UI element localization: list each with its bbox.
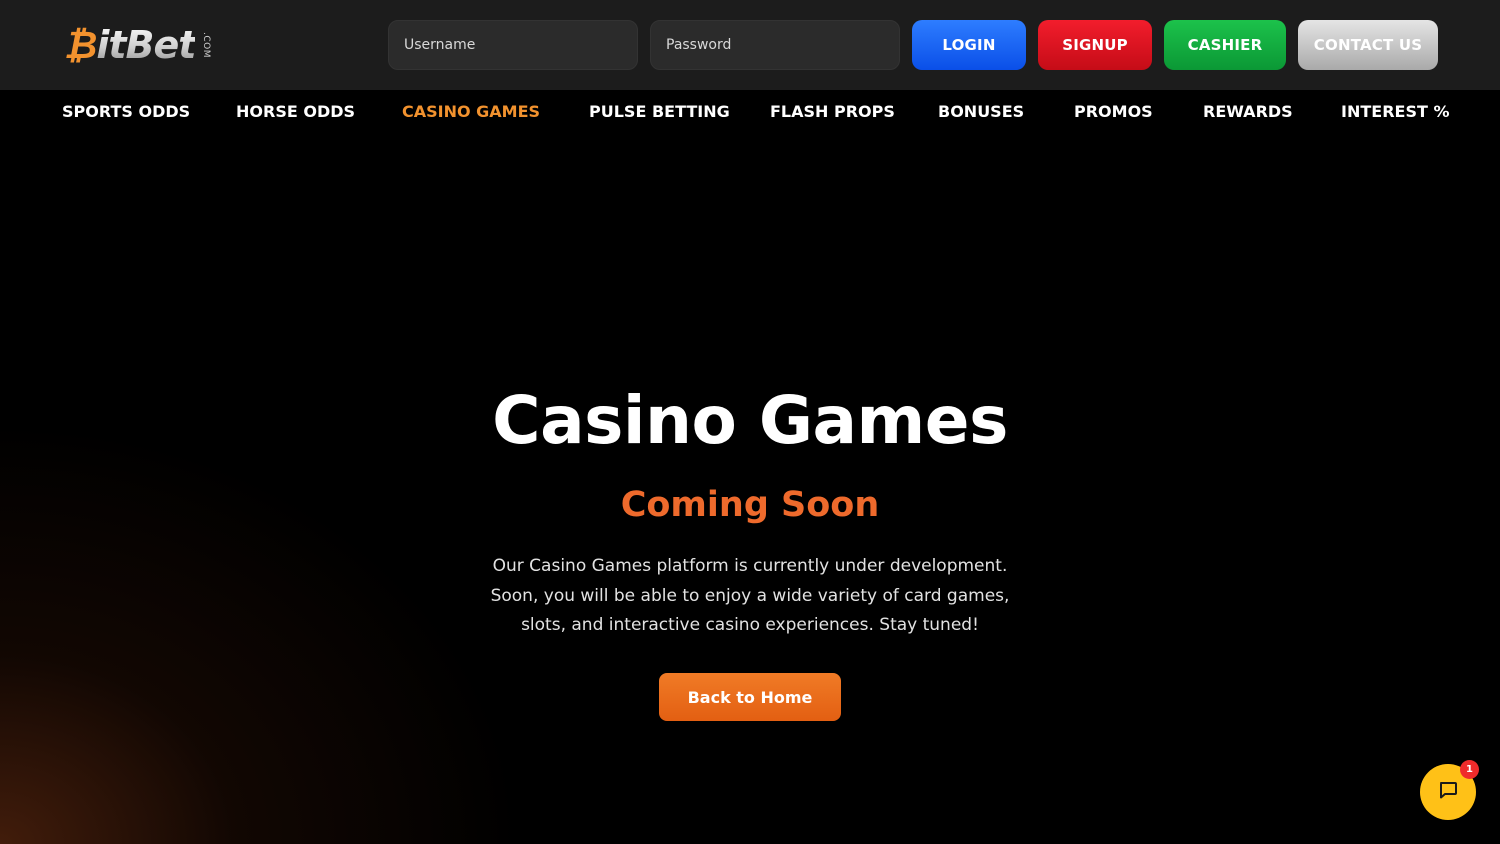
nav-item-promos[interactable]: PROMOS — [1074, 102, 1153, 121]
nav-item-pulse-betting[interactable]: PULSE BETTING — [589, 102, 730, 121]
password-input[interactable] — [650, 20, 900, 70]
page-title: Casino Games — [492, 382, 1008, 459]
page-subtitle: Coming Soon — [620, 485, 880, 525]
description-line: Our Casino Games platform is currently u… — [492, 556, 1008, 576]
signup-button[interactable]: SIGNUP — [1038, 20, 1152, 70]
logo-wordmark: ₿itBet — [64, 23, 196, 67]
cashier-button[interactable]: CASHIER — [1164, 20, 1286, 70]
top-bar: ₿itBet .COM LOGIN SIGNUP CASHIER CONTACT… — [0, 0, 1500, 90]
page-description: Our Casino Games platform is currently u… — [460, 552, 1040, 641]
logo-name: itBet — [96, 23, 196, 67]
main-nav: SPORTS ODDS HORSE ODDS CASINO GAMES PULS… — [0, 90, 1500, 134]
description-line: slots, and interactive casino experience… — [521, 615, 979, 635]
page: ₿itBet .COM LOGIN SIGNUP CASHIER CONTACT… — [0, 0, 1500, 844]
back-to-home-button[interactable]: Back to Home — [659, 673, 841, 721]
nav-item-interest[interactable]: INTEREST % — [1341, 102, 1449, 121]
login-button[interactable]: LOGIN — [912, 20, 1026, 70]
nav-item-sports-odds[interactable]: SPORTS ODDS — [62, 102, 190, 121]
nav-item-rewards[interactable]: REWARDS — [1203, 102, 1293, 121]
site-logo[interactable]: ₿itBet .COM — [64, 20, 219, 70]
nav-item-flash-props[interactable]: FLASH PROPS — [770, 102, 895, 121]
logo-bitcoin-b: ₿ — [64, 23, 97, 67]
nav-item-bonuses[interactable]: BONUSES — [938, 102, 1024, 121]
username-input[interactable] — [388, 20, 638, 70]
chat-unread-badge: 1 — [1460, 760, 1479, 779]
chat-bubble-icon — [1437, 779, 1459, 805]
contact-us-button[interactable]: CONTACT US — [1298, 20, 1438, 70]
logo-suffix: .COM — [201, 32, 212, 58]
nav-item-horse-odds[interactable]: HORSE ODDS — [236, 102, 355, 121]
nav-item-casino-games[interactable]: CASINO GAMES — [402, 102, 540, 121]
description-line: Soon, you will be able to enjoy a wide v… — [490, 585, 1010, 606]
